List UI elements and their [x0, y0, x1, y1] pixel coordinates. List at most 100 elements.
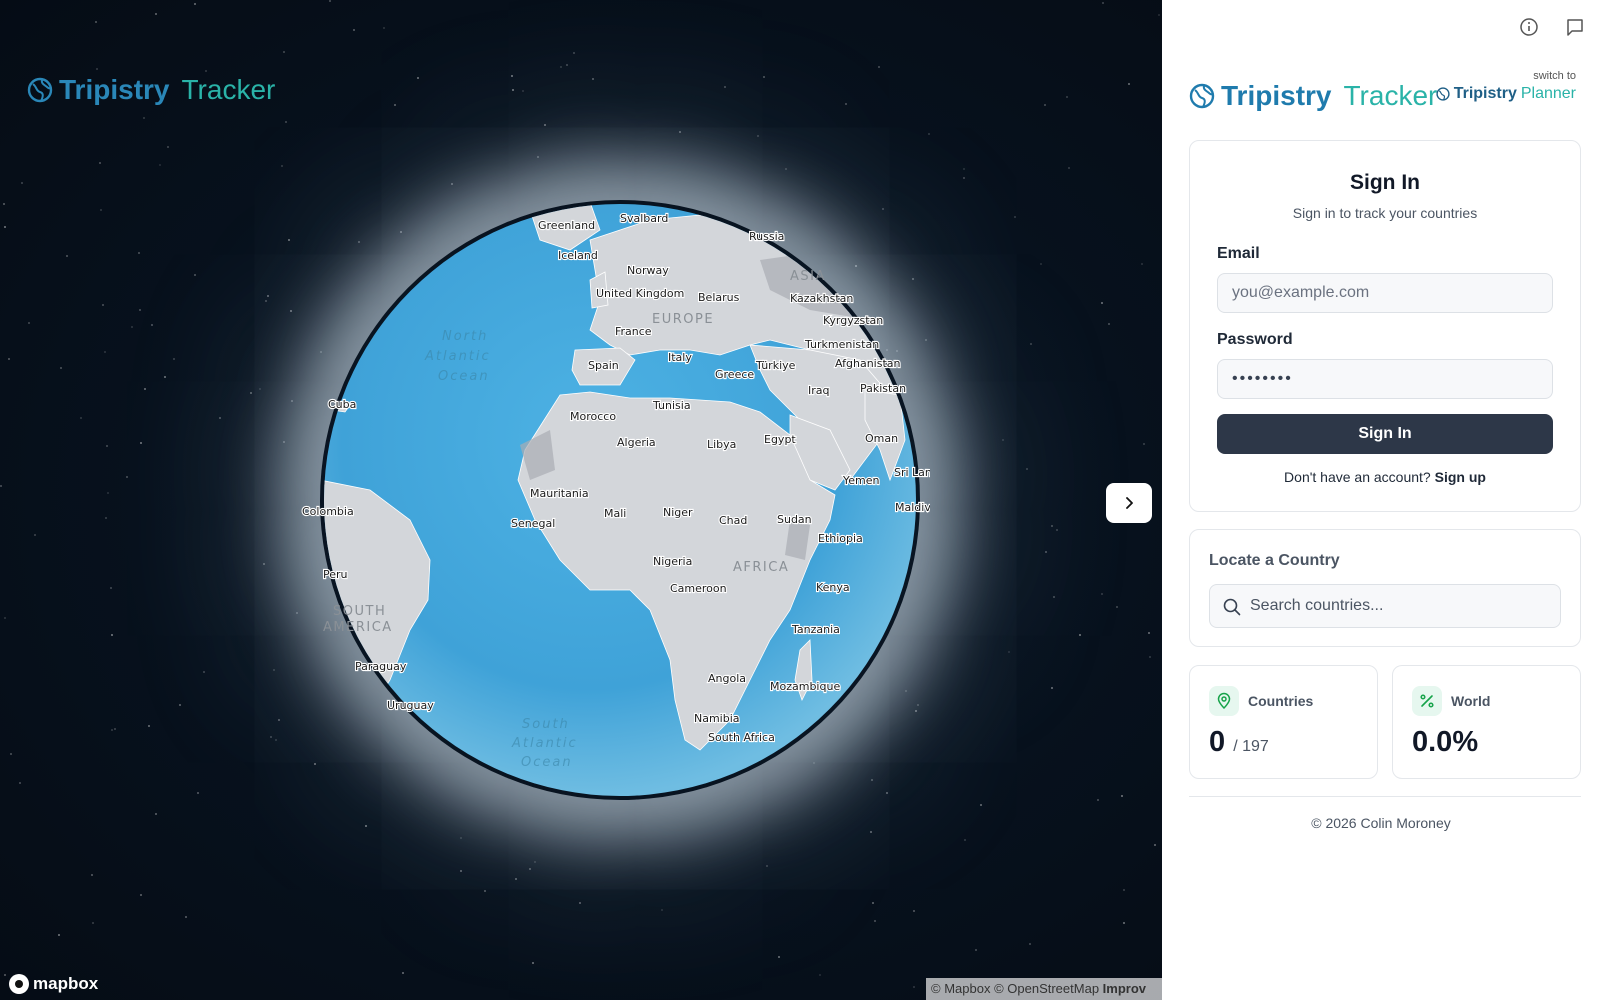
- country-label[interactable]: South Africa: [707, 730, 776, 745]
- star: [27, 322, 30, 325]
- star: [3, 202, 6, 205]
- feedback-icon[interactable]: [1564, 16, 1586, 38]
- attribution-osm-link[interactable]: © OpenStreetMap: [994, 981, 1099, 996]
- star: [143, 388, 146, 391]
- country-label[interactable]: France: [614, 324, 653, 339]
- country-label[interactable]: Mali: [603, 506, 628, 521]
- country-label[interactable]: Afghanistan: [834, 356, 902, 371]
- country-label[interactable]: Ethiopia: [817, 531, 864, 546]
- country-label[interactable]: Mozambique: [769, 679, 842, 694]
- star: [172, 358, 175, 361]
- country-label[interactable]: Sri Lanka: [893, 465, 930, 480]
- star: [510, 75, 513, 78]
- country-label[interactable]: Belarus: [697, 290, 741, 305]
- star: [270, 736, 273, 739]
- country-label[interactable]: Norway: [626, 263, 670, 278]
- country-label[interactable]: Kenya: [815, 580, 851, 595]
- country-label[interactable]: Spain: [587, 358, 620, 373]
- country-label[interactable]: Nigeria: [652, 554, 694, 569]
- switch-to-planner-link[interactable]: Tripistry Planner: [1436, 85, 1576, 103]
- country-label[interactable]: Tunisia: [651, 398, 692, 413]
- planner-word1: Tripistry: [1453, 85, 1517, 102]
- country-label[interactable]: Colombia: [301, 504, 355, 519]
- star: [1158, 14, 1161, 17]
- ocean-label-ocean: Ocean: [438, 369, 490, 384]
- app-switcher: switch to Tripistry Planner: [1436, 70, 1576, 103]
- info-icon[interactable]: [1518, 16, 1540, 38]
- country-label[interactable]: Angola: [707, 671, 747, 686]
- country-label[interactable]: Peru: [322, 567, 349, 582]
- country-label[interactable]: Italy: [667, 350, 694, 365]
- country-label[interactable]: United Kingdom: [595, 286, 685, 301]
- attribution-mapbox-link[interactable]: © Mapbox: [931, 981, 990, 996]
- star: [578, 901, 581, 904]
- attribution-improve-link[interactable]: Improv: [1103, 981, 1146, 996]
- star: [96, 68, 99, 71]
- region-label-america: AMERICA: [323, 620, 393, 635]
- star: [383, 27, 386, 30]
- country-label[interactable]: Kazakhstan: [789, 291, 855, 306]
- country-label[interactable]: Uruguay: [386, 698, 435, 713]
- country-search-box[interactable]: [1209, 584, 1561, 628]
- country-label[interactable]: Iceland: [557, 248, 599, 263]
- star: [1025, 468, 1028, 471]
- star: [282, 50, 285, 53]
- country-label[interactable]: Chad: [718, 513, 749, 528]
- country-label[interactable]: Sudan: [776, 512, 813, 527]
- star: [138, 252, 141, 255]
- country-label[interactable]: Tanzania: [790, 622, 841, 637]
- country-search-input[interactable]: [1250, 585, 1550, 627]
- collapse-sidebar-button[interactable]: [1106, 483, 1152, 523]
- country-label[interactable]: Oman: [864, 431, 899, 446]
- country-label[interactable]: Yemen: [841, 473, 881, 488]
- map-canvas[interactable]: Tripistry Tracker ASIA EUROPE AFRICA SOU…: [0, 0, 1162, 1000]
- globe-logo-icon: [27, 77, 53, 103]
- country-label[interactable]: Türkiye: [754, 358, 797, 373]
- signin-button[interactable]: Sign In: [1217, 414, 1553, 454]
- country-label[interactable]: Pakistan: [859, 381, 907, 396]
- globe[interactable]: ASIA EUROPE AFRICA SOUTH AMERICA North A…: [290, 180, 930, 820]
- country-label[interactable]: Mauritania: [529, 486, 590, 501]
- star: [844, 102, 847, 105]
- star: [878, 66, 881, 69]
- country-label[interactable]: Paraguay: [354, 659, 408, 674]
- country-label[interactable]: Senegal: [510, 516, 556, 531]
- signup-link[interactable]: Sign up: [1435, 469, 1486, 485]
- country-label[interactable]: Cuba: [327, 397, 358, 412]
- star: [566, 63, 569, 66]
- country-label[interactable]: Algeria: [616, 435, 657, 450]
- map-pin-icon: [1209, 686, 1239, 716]
- country-label[interactable]: Egypt: [763, 432, 798, 447]
- star: [139, 309, 142, 312]
- country-label[interactable]: Morocco: [569, 409, 618, 424]
- star: [723, 85, 726, 88]
- star: [205, 70, 208, 73]
- password-field[interactable]: [1217, 359, 1553, 399]
- star: [140, 442, 143, 444]
- star: [1123, 922, 1126, 925]
- star: [352, 29, 355, 32]
- country-label[interactable]: Greenland: [537, 218, 596, 233]
- country-label[interactable]: Turkmenistan: [803, 337, 880, 352]
- country-label[interactable]: Niger: [662, 505, 694, 520]
- country-label[interactable]: Namibia: [693, 711, 741, 726]
- country-label[interactable]: Kyrgyzstan: [822, 313, 885, 328]
- star: [106, 445, 109, 448]
- footer-divider: [1189, 796, 1581, 797]
- country-label[interactable]: Greece: [714, 367, 756, 382]
- star: [365, 824, 367, 827]
- star: [0, 484, 3, 487]
- country-label[interactable]: Iraq: [807, 383, 831, 398]
- country-label[interactable]: Libya: [706, 437, 738, 452]
- country-label[interactable]: Cameroon: [669, 581, 728, 596]
- star: [60, 367, 62, 370]
- country-label[interactable]: Maldives: [894, 500, 930, 515]
- country-label[interactable]: Russia: [748, 229, 786, 244]
- email-field[interactable]: [1217, 273, 1553, 313]
- star: [33, 534, 36, 537]
- mapbox-logo[interactable]: mapbox: [9, 974, 98, 994]
- globe-map[interactable]: ASIA EUROPE AFRICA SOUTH AMERICA North A…: [290, 180, 930, 820]
- map-brand-word2: Tracker: [181, 74, 276, 105]
- star: [765, 865, 768, 868]
- country-label[interactable]: Svalbard: [619, 211, 670, 226]
